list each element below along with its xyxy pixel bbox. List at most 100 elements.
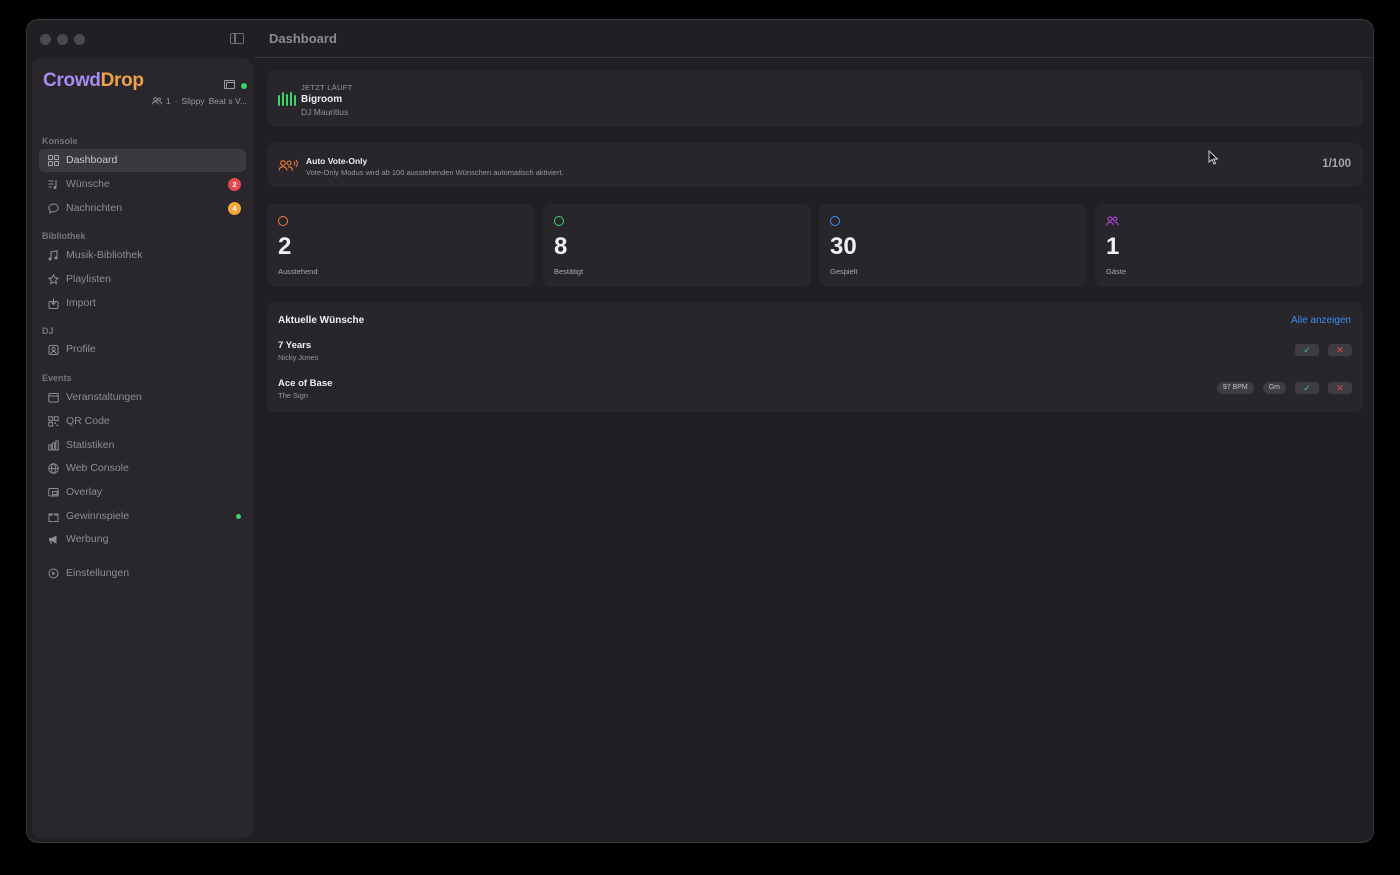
app-window: Dashboard CrowdDrop 1 · Slippy Beat s V.… xyxy=(26,19,1374,843)
sidebar-item-gewinnspiele[interactable]: Gewinnspiele xyxy=(39,505,246,528)
now-playing-artist: DJ Mauritius xyxy=(301,107,349,117)
vote-only-description: Vote-Only Modus wird ab 100 ausstehenden… xyxy=(306,168,564,177)
sidebar-item-label: Gewinnspiele xyxy=(66,510,130,522)
sidebar-item-label: Veranstaltungen xyxy=(66,391,142,403)
settings-icon xyxy=(48,568,59,579)
megaphone-icon xyxy=(49,535,57,545)
request-actions: 97 BPM Gm ✓ ✕ xyxy=(1216,382,1352,394)
stat-card-pending[interactable]: 2 Ausstehend xyxy=(267,204,535,287)
close-window-button[interactable] xyxy=(40,34,51,45)
sidebar-item-wuensche[interactable]: Wünsche 2 xyxy=(39,173,246,196)
event-name: Beat s V... xyxy=(208,96,247,106)
globe-icon xyxy=(48,463,59,474)
audience-broadcast-icon xyxy=(278,159,298,171)
brand-logo: CrowdDrop xyxy=(43,70,144,92)
brand-part1: Crowd xyxy=(43,70,101,91)
maximize-window-button[interactable] xyxy=(74,34,85,45)
sidebar-item-label: Playlisten xyxy=(66,273,111,285)
stat-label: Ausstehend xyxy=(278,267,318,276)
section-dj: DJ xyxy=(42,326,54,336)
accept-button[interactable]: ✓ xyxy=(1295,382,1319,394)
import-icon xyxy=(48,298,59,309)
sidebar-item-label: Dashboard xyxy=(66,154,118,166)
sidebar-item-label: Einstellungen xyxy=(66,567,130,579)
event-meta: 1 · Slippy Beat s V... xyxy=(151,96,247,106)
sidebar-item-profile[interactable]: Profile xyxy=(39,338,246,361)
sidebar-item-playlisten[interactable]: Playlisten xyxy=(39,268,246,291)
sidebar-item-label: Import xyxy=(66,297,96,309)
recent-requests-card: Aktuelle Wünsche Alle anzeigen 7 Years N… xyxy=(267,302,1363,412)
stat-value: 2 xyxy=(278,233,292,260)
request-row[interactable]: 7 Years Nicky Jones ✓ ✕ xyxy=(267,338,1363,368)
section-bibliothek: Bibliothek xyxy=(42,231,86,241)
stat-card-played[interactable]: 30 Gespielt xyxy=(819,204,1087,287)
recent-requests-title: Aktuelle Wünsche xyxy=(278,315,365,326)
star-icon xyxy=(48,274,59,285)
sidebar-item-veranstaltungen[interactable]: Veranstaltungen xyxy=(39,386,246,409)
bpm-badge: 97 BPM xyxy=(1216,382,1254,394)
request-artist: Nicky Jones xyxy=(278,353,319,362)
stat-value: 30 xyxy=(830,233,857,260)
show-all-link[interactable]: Alle anzeigen xyxy=(1291,315,1351,326)
now-playing-title: Bigroom xyxy=(301,94,343,105)
mouse-cursor-icon xyxy=(1208,150,1218,165)
sidebar-item-import[interactable]: Import xyxy=(39,292,246,315)
sidebar-item-overlay[interactable]: Overlay xyxy=(39,481,246,504)
sidebar-item-label: Nachrichten xyxy=(66,202,123,214)
sidebar-item-musik-bibliothek[interactable]: Musik-Bibliothek xyxy=(39,244,246,267)
sidebar-item-label: Musik-Bibliothek xyxy=(66,249,143,261)
sidebar-item-label: Web Console xyxy=(66,462,129,474)
sidebar-item-label: QR Code xyxy=(66,415,110,427)
sidebar-item-werbung[interactable]: Werbung xyxy=(39,528,246,551)
sidebar-item-qr-code[interactable]: QR Code xyxy=(39,410,246,433)
reject-button[interactable]: ✕ xyxy=(1328,382,1352,394)
stat-label: Gespielt xyxy=(830,267,858,276)
title-divider xyxy=(254,57,1373,58)
stat-card-guests[interactable]: 1 Gäste xyxy=(1095,204,1363,287)
minimize-window-button[interactable] xyxy=(57,34,68,45)
guests-icon xyxy=(151,97,162,105)
brand-part2: Drop xyxy=(100,70,144,91)
sidebar-item-label: Overlay xyxy=(66,486,103,498)
sidebar-item-einstellungen[interactable]: Einstellungen xyxy=(39,562,246,585)
chat-bubble-icon xyxy=(48,203,59,214)
gift-icon xyxy=(48,513,59,522)
now-playing-label: JETZT LÄUFT xyxy=(301,83,353,92)
sidebar-item-nachrichten[interactable]: Nachrichten 4 xyxy=(39,197,246,220)
stat-label: Bestätigt xyxy=(554,267,584,276)
messages-count-badge: 4 xyxy=(228,202,241,215)
section-events: Events xyxy=(42,373,72,383)
accept-button[interactable]: ✓ xyxy=(1295,344,1319,356)
play-circle-icon xyxy=(830,216,840,226)
sidebar-item-statistiken[interactable]: Statistiken xyxy=(39,434,246,457)
now-playing-card[interactable]: JETZT LÄUFT Bigroom DJ Mauritius xyxy=(267,70,1363,127)
guest-count: 1 xyxy=(165,96,171,106)
sidebar-item-web-console[interactable]: Web Console xyxy=(39,457,246,480)
stat-card-confirmed[interactable]: 8 Bestätigt xyxy=(543,204,811,287)
stat-value: 1 xyxy=(1106,233,1120,260)
sidebar-item-dashboard[interactable]: Dashboard xyxy=(39,149,246,172)
request-row[interactable]: Ace of Base The Sign 97 BPM Gm ✓ ✕ xyxy=(267,376,1363,406)
reject-button[interactable]: ✕ xyxy=(1328,344,1352,356)
auto-vote-only-card: Auto Vote-Only Vote-Only Modus wird ab 1… xyxy=(267,143,1363,187)
request-title: Ace of Base xyxy=(278,378,333,389)
sidebar-item-label: Wünsche xyxy=(66,178,110,190)
dj-name: Slippy xyxy=(181,96,205,106)
active-indicator xyxy=(236,514,241,519)
requests-count-badge: 2 xyxy=(228,178,241,191)
screens-icon[interactable] xyxy=(224,80,235,89)
equalizer-icon xyxy=(278,92,296,106)
sidebar-toggle-icon[interactable] xyxy=(230,33,244,44)
meta-separator: · xyxy=(174,96,178,106)
online-indicator xyxy=(241,82,247,89)
key-badge: Gm xyxy=(1262,382,1286,394)
calendar-icon xyxy=(48,393,59,403)
section-konsole: Konsole xyxy=(42,136,78,146)
overlay-icon xyxy=(48,488,59,497)
grid-icon xyxy=(48,155,59,166)
page-title: Dashboard xyxy=(269,31,337,46)
request-artist: The Sign xyxy=(278,391,309,400)
check-circle-icon xyxy=(554,216,564,226)
sidebar-item-label: Werbung xyxy=(66,533,109,545)
stat-value: 8 xyxy=(554,233,568,260)
